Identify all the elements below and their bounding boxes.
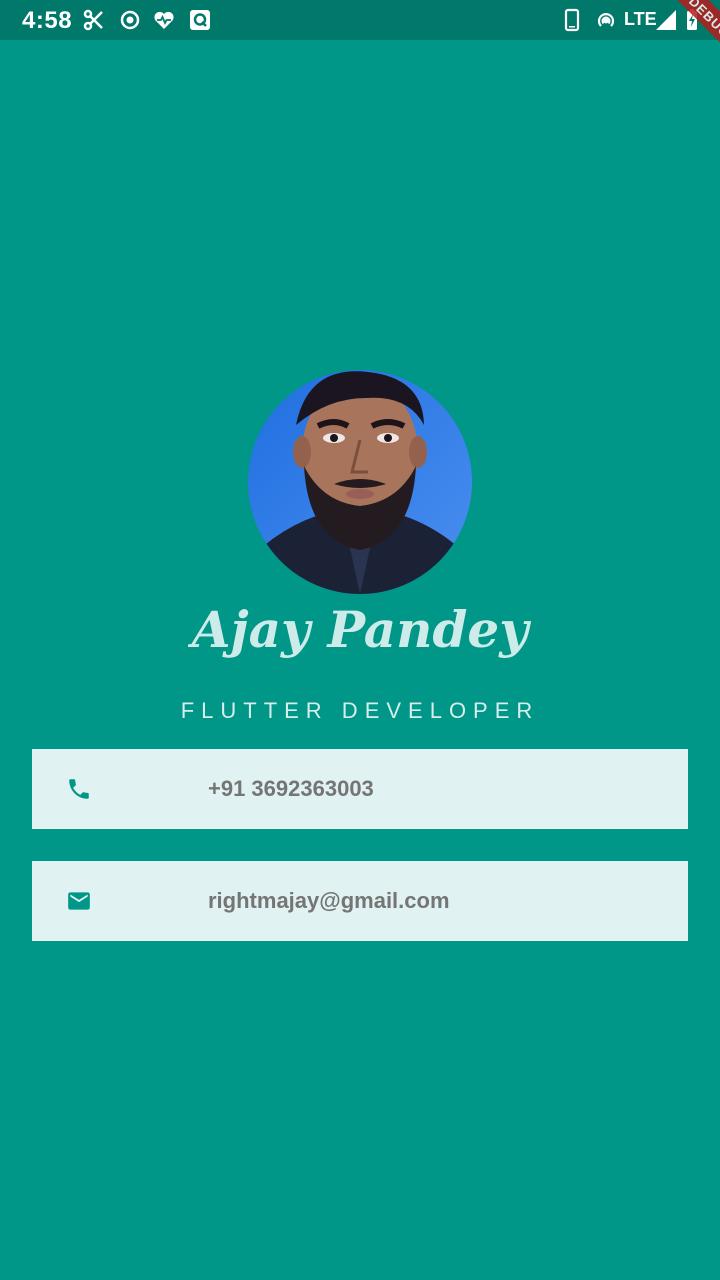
email-address: rightmajay@gmail.com bbox=[208, 888, 450, 913]
hotspot-icon bbox=[597, 13, 615, 27]
status-time: 4:58 bbox=[22, 7, 73, 34]
phone-card[interactable]: +91 3692363003 bbox=[32, 749, 688, 829]
profile-photo bbox=[248, 370, 472, 594]
phone-icon bbox=[69, 779, 89, 799]
radio-icon bbox=[120, 10, 140, 30]
network-type: LTE bbox=[624, 9, 657, 29]
avatar bbox=[248, 370, 472, 594]
phone-number: +91 3692363003 bbox=[208, 776, 374, 801]
scissors-icon bbox=[83, 9, 103, 31]
q-app-icon bbox=[190, 10, 210, 30]
profile-name: Ajay Pandey bbox=[191, 600, 529, 659]
mail-icon bbox=[68, 892, 90, 910]
heart-icon bbox=[154, 11, 174, 30]
profile-title: FLUTTER DEVELOPER bbox=[180, 698, 540, 723]
email-card[interactable]: rightmajay@gmail.com bbox=[32, 861, 688, 941]
signal-icon bbox=[656, 10, 676, 30]
phone-outline-icon bbox=[564, 8, 580, 32]
status-bar: 4:58 LTE bbox=[0, 0, 720, 40]
